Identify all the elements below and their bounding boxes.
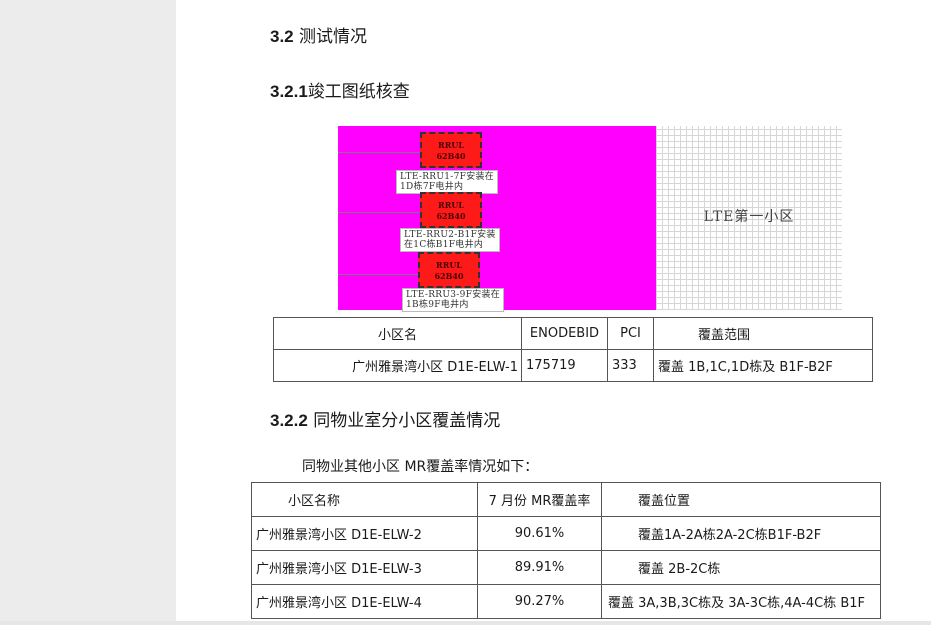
coverage-grid-panel: LTE第一小区 xyxy=(656,126,842,310)
section-number: 3.2 xyxy=(270,27,294,46)
header-cell: ENODEBID xyxy=(521,317,608,350)
cell-name: 广州雅景湾小区 D1E-ELW-2 xyxy=(251,516,478,551)
subsection-title: 竣工图纸核查 xyxy=(307,82,410,102)
cell-coverage: 覆盖 1B,1C,1D栋及 B1F-B2F xyxy=(653,349,873,382)
rru-note-1: LTE-RRU1-7F安装在 1D栋7F电井内 xyxy=(396,170,499,194)
header-cell: 7 月份 MR覆盖率 xyxy=(477,482,602,517)
cell-coverage: 覆盖 3A,3B,3C栋及 3A-3C栋,4A-4C栋 B1F xyxy=(601,584,881,619)
header-cell: PCI xyxy=(607,317,654,350)
cell-coverage: 覆盖 2B-2C栋 xyxy=(601,550,881,585)
table-header-row: 小区名 ENODEBID PCI 覆盖范围 xyxy=(273,317,873,350)
section-heading: 3.2 测试情况 xyxy=(270,22,367,47)
subsection-number: 3.2.2 xyxy=(270,411,308,430)
table-header-row: 小区名称 7 月份 MR覆盖率 覆盖位置 xyxy=(251,482,881,517)
section-title: 测试情况 xyxy=(293,27,368,47)
left-margin-area xyxy=(0,0,176,625)
subsection-heading-1: 3.2.1竣工图纸核查 xyxy=(270,77,410,102)
cell-label: LTE第一小区 xyxy=(703,209,795,225)
feeder-line xyxy=(338,274,418,275)
cell-mr-rate: 89.91% xyxy=(477,550,602,585)
cell-name: 广州雅景湾小区 D1E-ELW-3 xyxy=(251,550,478,585)
feeder-line xyxy=(338,212,420,213)
table-row: 广州雅景湾小区 D1E-ELW-1 175719 333 覆盖 1B,1C,1D… xyxy=(273,349,873,382)
cell-info-table: 小区名 ENODEBID PCI 覆盖范围 广州雅景湾小区 D1E-ELW-1 … xyxy=(273,317,873,382)
page-bottom-edge xyxy=(0,621,931,625)
cell-mr-rate: 90.61% xyxy=(477,516,602,551)
subsection-number: 3.2.1 xyxy=(270,82,308,101)
mr-coverage-table: 小区名称 7 月份 MR覆盖率 覆盖位置 广州雅景湾小区 D1E-ELW-2 9… xyxy=(251,482,881,619)
subsection-title: 同物业室分小区覆盖情况 xyxy=(307,411,501,431)
header-cell: 覆盖位置 xyxy=(601,482,881,517)
table-row: 广州雅景湾小区 D1E-ELW-3 89.91% 覆盖 2B-2C栋 xyxy=(251,550,881,585)
header-cell: 覆盖范围 xyxy=(653,317,873,350)
table-row: 广州雅景湾小区 D1E-ELW-4 90.27% 覆盖 3A,3B,3C栋及 3… xyxy=(251,584,881,619)
rru-unit-3: RRUL 62B40 xyxy=(418,252,480,288)
rru-note-2: LTE-RRU2-B1F安装 在1C栋B1F电井内 xyxy=(400,228,500,252)
rru-unit-2: RRUL 62B40 xyxy=(420,192,482,228)
rru-note-3: LTE-RRU3-9F安装在 1B栋9F电井内 xyxy=(402,288,505,312)
feeder-line xyxy=(338,152,420,153)
cell-enodebid: 175719 xyxy=(521,349,608,382)
rru-unit-1: RRUL 62B40 xyxy=(420,132,482,168)
cell-coverage: 覆盖1A-2A栋2A-2C栋B1F-B2F xyxy=(601,516,881,551)
drawing-background: RRUL 62B40 LTE-RRU1-7F安装在 1D栋7F电井内 RRUL … xyxy=(338,126,656,312)
header-cell: 小区名称 xyxy=(251,482,478,517)
subsection-heading-2: 3.2.2 同物业室分小区覆盖情况 xyxy=(270,406,500,431)
header-cell: 小区名 xyxy=(273,317,522,350)
cell-name: 广州雅景湾小区 D1E-ELW-1 xyxy=(273,349,522,382)
cell-pci: 333 xyxy=(607,349,654,382)
table-row: 广州雅景湾小区 D1E-ELW-2 90.61% 覆盖1A-2A栋2A-2C栋B… xyxy=(251,516,881,551)
cell-mr-rate: 90.27% xyxy=(477,584,602,619)
as-built-drawing-figure: RRUL 62B40 LTE-RRU1-7F安装在 1D栋7F电井内 RRUL … xyxy=(338,126,842,312)
cell-name: 广州雅景湾小区 D1E-ELW-4 xyxy=(251,584,478,619)
intro-paragraph: 同物业其他小区 MR覆盖率情况如下： xyxy=(302,459,539,475)
